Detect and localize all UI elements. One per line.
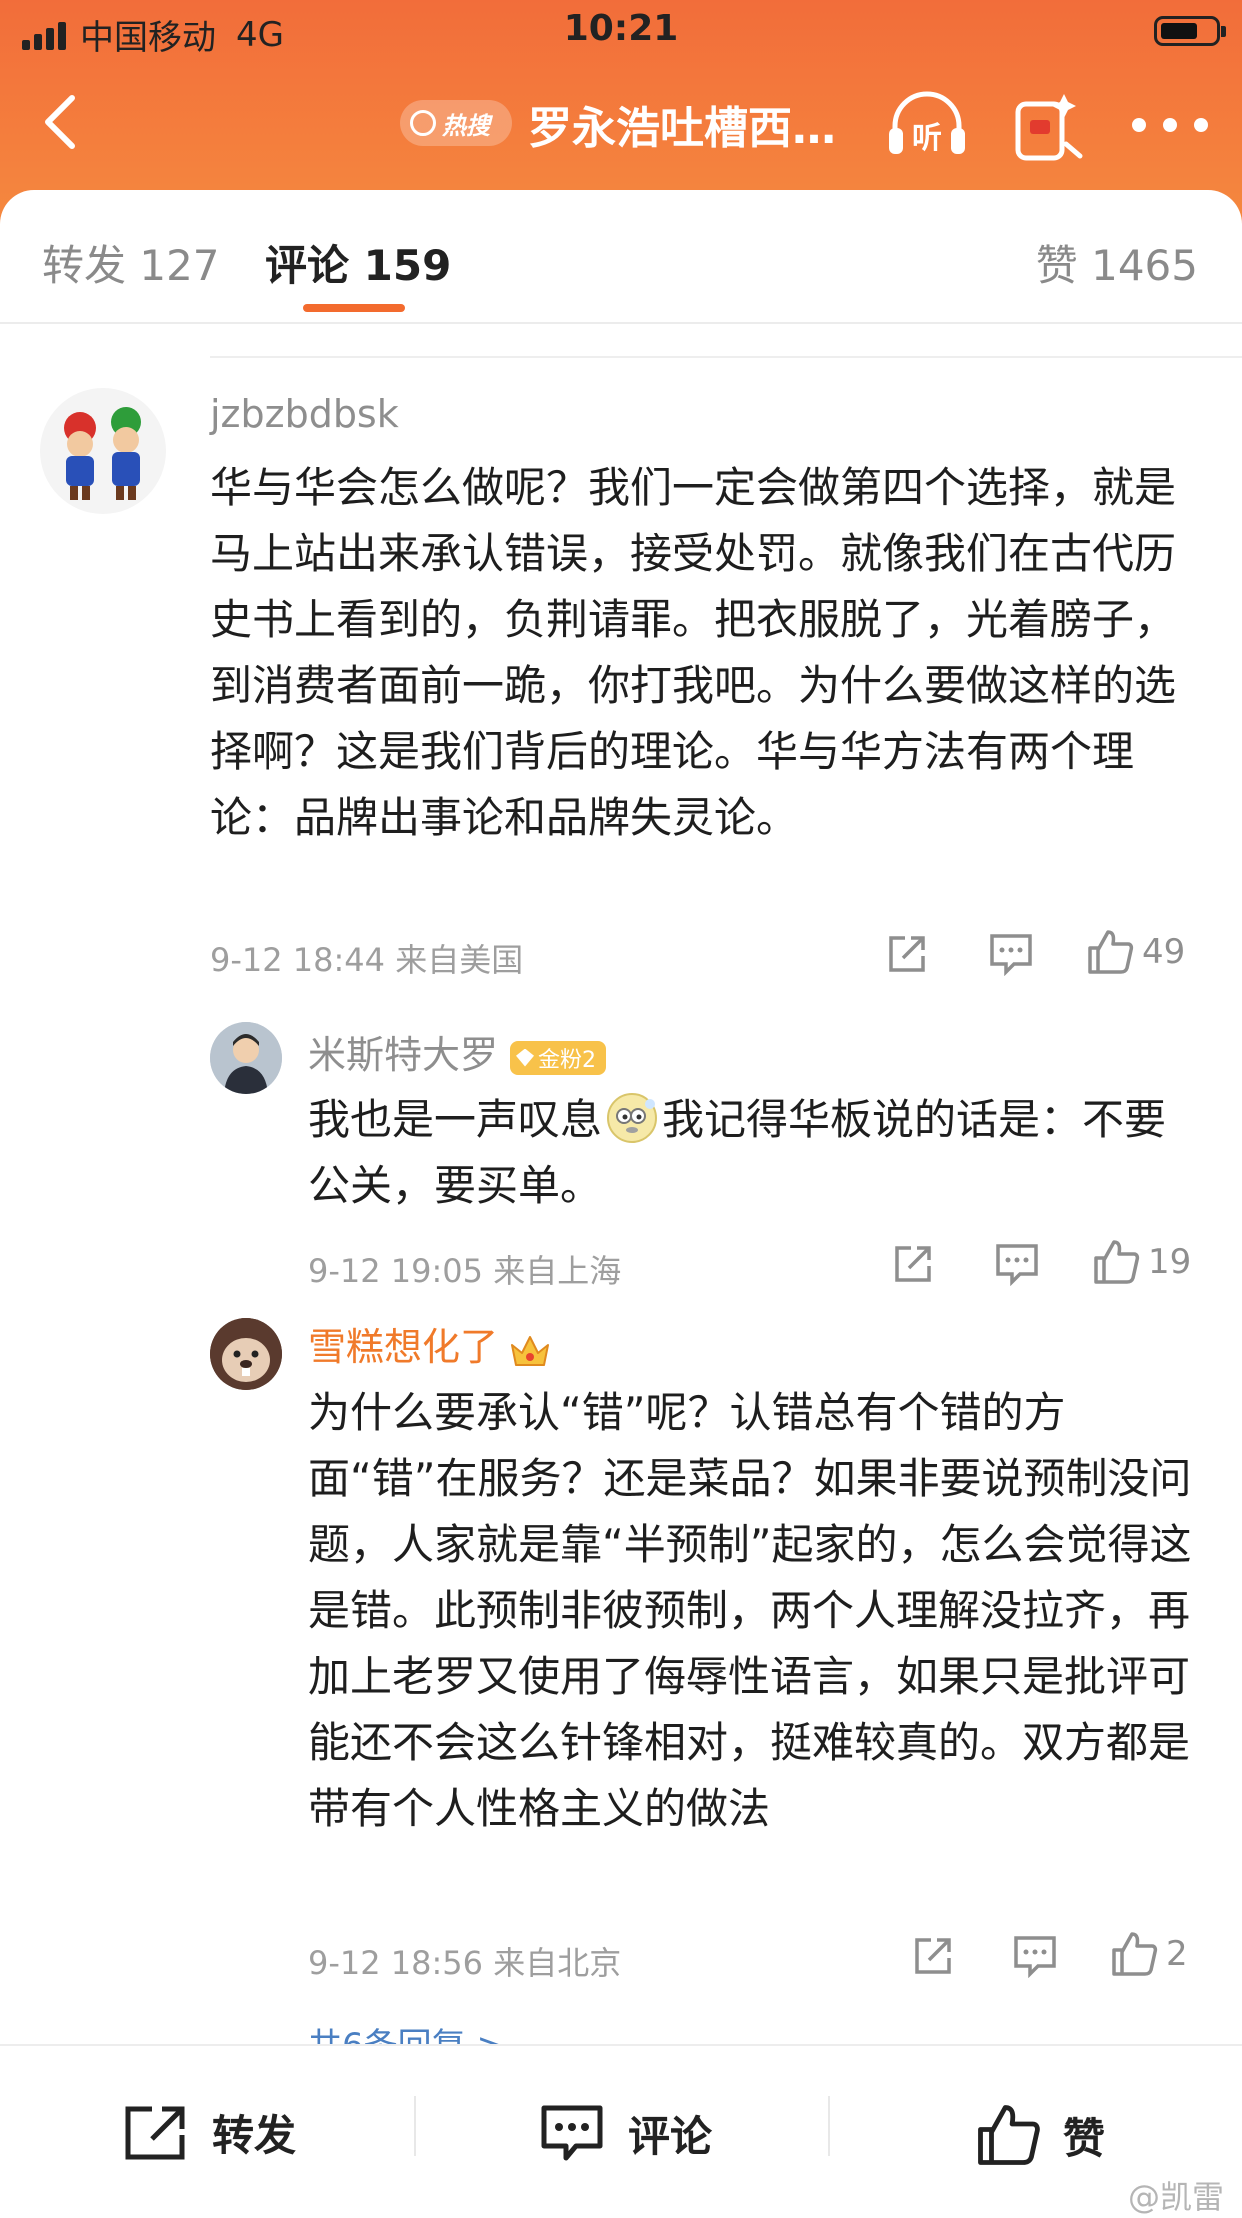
thumbs-up-icon (1094, 1240, 1140, 1284)
diamond-icon (516, 1048, 535, 1067)
comment-icon (1014, 1936, 1056, 1978)
battery-icon (1154, 16, 1226, 46)
share-button[interactable] (885, 932, 929, 976)
fan-badge: 金粉2 (510, 1040, 607, 1075)
like-button[interactable]: 19 (1092, 1238, 1191, 1286)
reply-text: 为什么要承认“错”呢？认错总有个错的方面“错”在服务？还是菜品？如果非要说预制没… (308, 1388, 1192, 1833)
more-icon[interactable] (1132, 118, 1208, 136)
share-icon (915, 1938, 951, 1974)
share-icon (895, 1246, 931, 1282)
bottom-repost-label: 转发 (212, 2111, 297, 2160)
back-icon[interactable] (36, 92, 86, 152)
comment-icon (996, 1244, 1038, 1286)
reply-username: 米斯特大罗 金粉2 (308, 1024, 607, 1079)
sigh-emoji-icon (607, 1093, 658, 1143)
like-button[interactable]: 2 (1110, 1930, 1188, 1978)
reply-button[interactable] (1012, 1934, 1058, 1978)
like-count: 2 (1166, 1934, 1188, 1974)
tab-bar: 转发 127 评论 159 赞 1465 (0, 190, 1242, 324)
tab-comment[interactable]: 评论 159 (265, 232, 451, 293)
fan-badge-label: 金粉2 (538, 1047, 597, 1073)
share-button[interactable] (891, 1242, 935, 1286)
divider (210, 356, 1242, 358)
reply-username-text[interactable]: 雪糕想化了 (308, 1325, 498, 1369)
bottom-like-button[interactable]: 赞 (975, 2102, 1105, 2168)
mario-avatar-icon (64, 407, 141, 500)
comment-username[interactable]: jzbzbdbsk (210, 392, 399, 436)
svg-text:听: 听 (912, 121, 942, 156)
comment-meta: 9-12 18:44 来自美国 (210, 941, 524, 979)
tab-repost[interactable]: 转发 127 (42, 232, 220, 293)
bottom-like-label: 赞 (1063, 2113, 1106, 2163)
avatar[interactable] (210, 1022, 282, 1094)
beaver-avatar-icon (210, 1318, 282, 1390)
hot-search-badge[interactable]: 热搜 (400, 100, 512, 146)
reply-button[interactable] (994, 1242, 1040, 1286)
share-button[interactable] (911, 1934, 955, 1978)
divider (414, 2096, 416, 2156)
search-icon (410, 110, 436, 136)
reply-button[interactable] (988, 932, 1034, 976)
share-icon (889, 936, 925, 972)
tab-like[interactable]: 赞 1465 (1036, 232, 1198, 293)
page-title[interactable]: 罗永浩吐槽西… (528, 92, 858, 156)
watermark: @凯雷 (1127, 2178, 1224, 2216)
status-bar: 中国移动 4G 10:21 (0, 0, 1242, 62)
reply-username-text[interactable]: 米斯特大罗 (308, 1033, 498, 1077)
divider (828, 2096, 830, 2156)
reply-meta: 9-12 18:56 来自北京 (308, 1944, 622, 1982)
like-count: 19 (1148, 1242, 1192, 1282)
bottom-comment-label: 评论 (628, 2111, 713, 2161)
comment-icon (990, 934, 1032, 976)
bottom-action-bar: 转发 评论 赞 @凯雷 (0, 2044, 1242, 2216)
thumbs-up-icon (1088, 930, 1134, 974)
avatar[interactable] (210, 1318, 282, 1390)
headphones-icon[interactable]: 听 (885, 90, 969, 160)
like-button[interactable]: 49 (1086, 928, 1185, 976)
reply-text-part1: 我也是一声叹息 (308, 1095, 603, 1144)
red-packet-icon[interactable] (1010, 86, 1090, 162)
reply-meta: 9-12 19:05 来自上海 (308, 1252, 622, 1290)
comment-icon (541, 2105, 603, 2161)
active-tab-indicator (303, 304, 405, 312)
thumbs-up-icon (978, 2105, 1040, 2165)
hot-search-label: 热搜 (442, 111, 490, 140)
share-icon (125, 2106, 185, 2159)
person-avatar-icon (210, 1022, 282, 1094)
nav-bar: 热搜 罗永浩吐槽西… 听 (0, 62, 1242, 182)
bottom-comment-button[interactable]: 评论 (538, 2102, 712, 2164)
reply-text: 我也是一声叹息 我记得华板说的话是：不要公关，要买单。 (308, 1087, 1203, 1219)
clock: 10:21 (563, 8, 679, 49)
crown-icon (511, 1335, 550, 1366)
bottom-repost-button[interactable]: 转发 (122, 2102, 296, 2163)
thumbs-up-icon (1112, 1932, 1158, 1976)
reply-username: 雪糕想化了 (308, 1316, 552, 1371)
comment-text: 华与华会怎么做呢？我们一定会做第四个选择，就是马上站出来承认错误，接受处罚。就像… (210, 463, 1177, 842)
like-count: 49 (1142, 932, 1186, 972)
avatar[interactable] (40, 388, 166, 514)
